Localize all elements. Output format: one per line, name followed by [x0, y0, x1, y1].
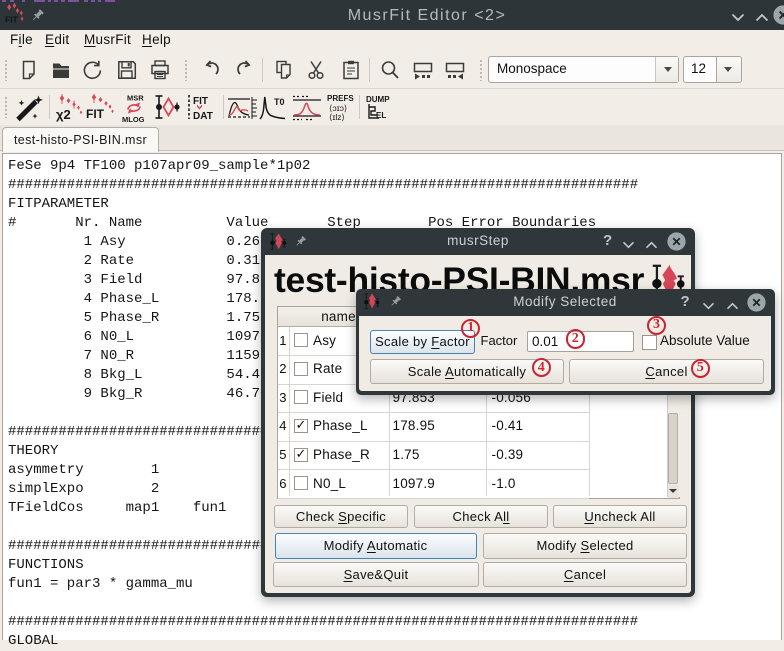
- svg-text:⟨ɪlz⟩: ⟨ɪlz⟩: [329, 112, 345, 122]
- svg-text:FIT: FIT: [86, 107, 105, 121]
- svg-text:χ2: χ2: [56, 107, 71, 122]
- svg-text:MLOG: MLOG: [122, 115, 145, 123]
- svg-text:FIT: FIT: [193, 96, 208, 107]
- svg-text:EL: EL: [376, 111, 386, 120]
- svg-text:FIT: FIT: [5, 15, 19, 25]
- svg-text:DAT: DAT: [193, 111, 213, 122]
- svg-text:PREFS: PREFS: [327, 94, 354, 103]
- svg-text:MSR: MSR: [127, 94, 144, 103]
- svg-text:DUMP: DUMP: [366, 95, 390, 104]
- svg-text:T0: T0: [274, 97, 285, 107]
